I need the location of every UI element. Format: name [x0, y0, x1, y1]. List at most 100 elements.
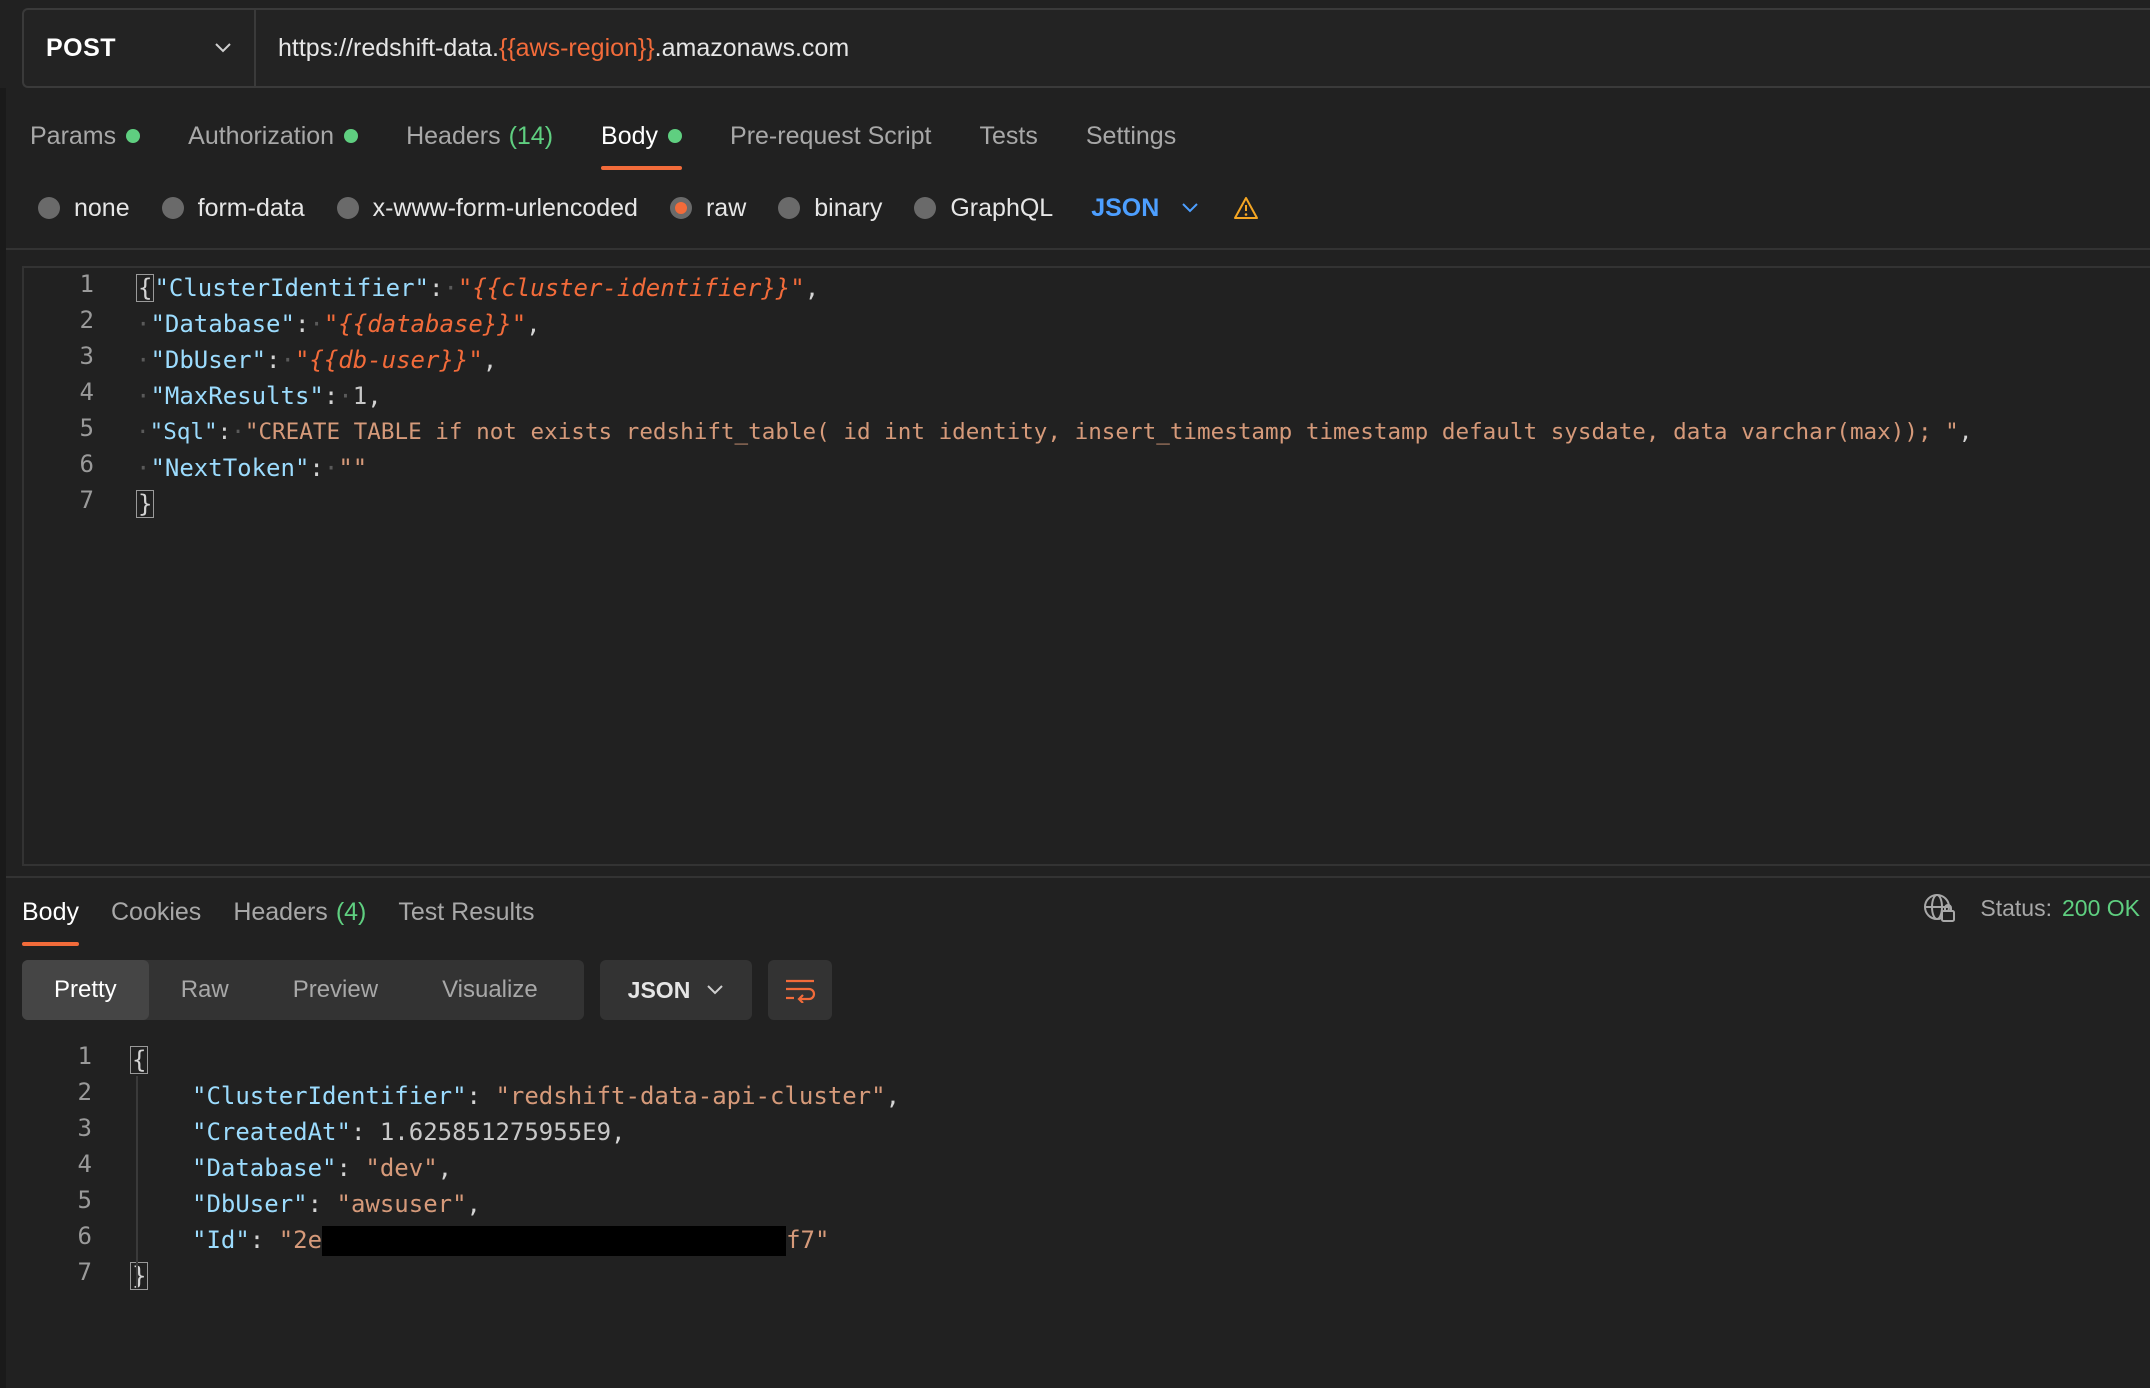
brace-open: {	[136, 274, 155, 302]
code-line: ·"Sql":·"CREATE TABLE if not exists reds…	[136, 419, 1973, 445]
line-number: 2	[79, 306, 94, 334]
json-value: 1.625851275955E9	[379, 1118, 612, 1146]
view-raw-button[interactable]: Raw	[149, 960, 261, 1020]
url-suffix: .amazonaws.com	[654, 33, 850, 62]
code-line: "CreatedAt": 1.625851275955E9,	[192, 1118, 626, 1146]
url-input[interactable]: https://redshift-data. {{aws-region}} .ama…	[256, 10, 2150, 86]
tab-label: Tests	[979, 121, 1038, 150]
radio-button[interactable]	[161, 197, 184, 219]
view-preview-button[interactable]: Preview	[261, 960, 410, 1020]
redacted-block	[322, 1226, 787, 1256]
json-key: "DbUser"	[192, 1190, 308, 1218]
line-number: 4	[79, 378, 94, 406]
divider	[6, 248, 2150, 250]
line-number: 1	[79, 270, 94, 298]
status-dot	[126, 129, 141, 143]
radio-label: binary	[814, 193, 883, 222]
tab-label: Body	[601, 121, 659, 150]
view-pretty-button[interactable]: Pretty	[22, 960, 149, 1020]
chevron-down-icon	[707, 985, 724, 995]
resp-tab-body[interactable]: Body	[22, 892, 79, 946]
body-type-graphql[interactable]: GraphQL	[914, 194, 1053, 223]
status-value: 200 OK	[2062, 894, 2140, 921]
json-key: "Database"	[192, 1154, 337, 1182]
url-prefix: https://redshift-data.	[278, 33, 499, 62]
line-number: 3	[79, 342, 94, 370]
json-key: "MaxResults"	[150, 382, 324, 410]
json-key: "ClusterIdentifier"	[154, 274, 429, 302]
body-type-binary[interactable]: binary	[778, 194, 882, 223]
body-type-raw[interactable]: raw	[669, 194, 746, 223]
chevron-down-icon	[1182, 203, 1199, 213]
status-label: Status:	[1980, 894, 2052, 921]
json-key: "ClusterIdentifier"	[192, 1082, 467, 1110]
code-line: "ClusterIdentifier": "redshift-data-api-…	[192, 1082, 901, 1110]
body-type-none[interactable]: none	[38, 194, 130, 223]
json-key: "Sql"	[149, 419, 218, 445]
url-variable: {{aws-region}}	[498, 33, 655, 62]
language-select[interactable]: JSON	[1091, 194, 1199, 223]
resp-tab-headers[interactable]: Headers (4)	[233, 892, 366, 932]
brace-close: }	[136, 490, 155, 518]
json-key: "Database"	[150, 310, 295, 338]
line-number: 7	[77, 1258, 92, 1286]
line-number: 7	[79, 486, 94, 514]
method-select[interactable]: POST	[24, 10, 256, 86]
resp-tab-test-results[interactable]: Test Results	[398, 892, 534, 932]
url-bar: POST https://redshift-data. {{aws-region}…	[22, 8, 2150, 88]
tab-body[interactable]: Body	[601, 116, 683, 170]
json-key: "NextToken"	[150, 454, 310, 482]
tab-headers[interactable]: Headers (14)	[406, 116, 553, 156]
tab-params[interactable]: Params	[30, 116, 141, 156]
status-dot	[344, 129, 359, 143]
tab-settings[interactable]: Settings	[1086, 116, 1176, 156]
globe-lock-icon[interactable]	[1922, 892, 1956, 924]
tab-tests[interactable]: Tests	[980, 116, 1038, 156]
warning-icon[interactable]	[1233, 196, 1259, 220]
response-body-viewer[interactable]: 1 2 3 4 5 6 7 { "ClusterIdentifier": "re…	[22, 1040, 2150, 1340]
brace-open: {	[130, 1046, 149, 1074]
json-value: "{{cluster-identifier}}"	[457, 274, 805, 302]
radio-button[interactable]	[38, 197, 60, 219]
json-key: "DbUser"	[150, 346, 267, 374]
divider	[6, 876, 2150, 878]
body-type-form-data[interactable]: form-data	[161, 193, 305, 223]
request-tabs: Params Authorization Headers (14) Body Pr…	[30, 116, 1176, 170]
view-mode-toggle: Pretty Raw Preview Visualize	[22, 960, 584, 1020]
json-key: "CreatedAt"	[192, 1118, 351, 1146]
method-label: POST	[46, 33, 117, 62]
line-number: 5	[79, 414, 94, 442]
status-dot	[668, 129, 683, 143]
json-value: "CREATE TABLE if not exists redshift_tab…	[244, 419, 1959, 445]
json-value: "awsuser"	[336, 1190, 467, 1218]
wrap-lines-button[interactable]	[768, 960, 832, 1020]
tab-authorization[interactable]: Authorization	[188, 116, 359, 156]
tab-label: Headers	[406, 121, 501, 150]
radio-button-checked[interactable]	[669, 197, 692, 219]
chevron-down-icon	[215, 43, 231, 53]
radio-button[interactable]	[914, 197, 937, 219]
left-edge	[0, 88, 6, 1388]
code-line: }	[136, 486, 155, 522]
code-line: ·"DbUser":·"{{db-user}}",	[136, 346, 498, 374]
response-status: Status: 200 OK	[1922, 892, 2140, 924]
tab-pre-request-script[interactable]: Pre-request Script	[730, 116, 931, 156]
tab-label: Settings	[1085, 121, 1177, 150]
radio-label: form-data	[197, 193, 305, 222]
tab-count: (4)	[335, 897, 367, 926]
request-body-editor[interactable]: 1 2 3 4 5 6 7 {"ClusterIdentifier":·"{{c…	[22, 266, 2150, 866]
tab-label: Params	[30, 121, 117, 150]
body-type-urlencoded[interactable]: x-www-form-urlencoded	[336, 194, 638, 223]
code-line: {	[130, 1042, 149, 1078]
line-number: 6	[77, 1222, 92, 1250]
tab-label: Headers	[233, 897, 328, 926]
radio-button[interactable]	[336, 197, 359, 219]
resp-tab-cookies[interactable]: Cookies	[111, 892, 201, 932]
code-line: ·"NextToken":·""	[136, 454, 368, 482]
response-tabs: Body Cookies Headers (4) Test Results	[22, 892, 535, 946]
line-number: 1	[77, 1042, 92, 1070]
radio-button[interactable]	[778, 197, 801, 219]
line-number: 3	[77, 1114, 92, 1142]
response-format-select[interactable]: JSON	[600, 960, 752, 1020]
view-visualize-button[interactable]: Visualize	[410, 960, 570, 1020]
